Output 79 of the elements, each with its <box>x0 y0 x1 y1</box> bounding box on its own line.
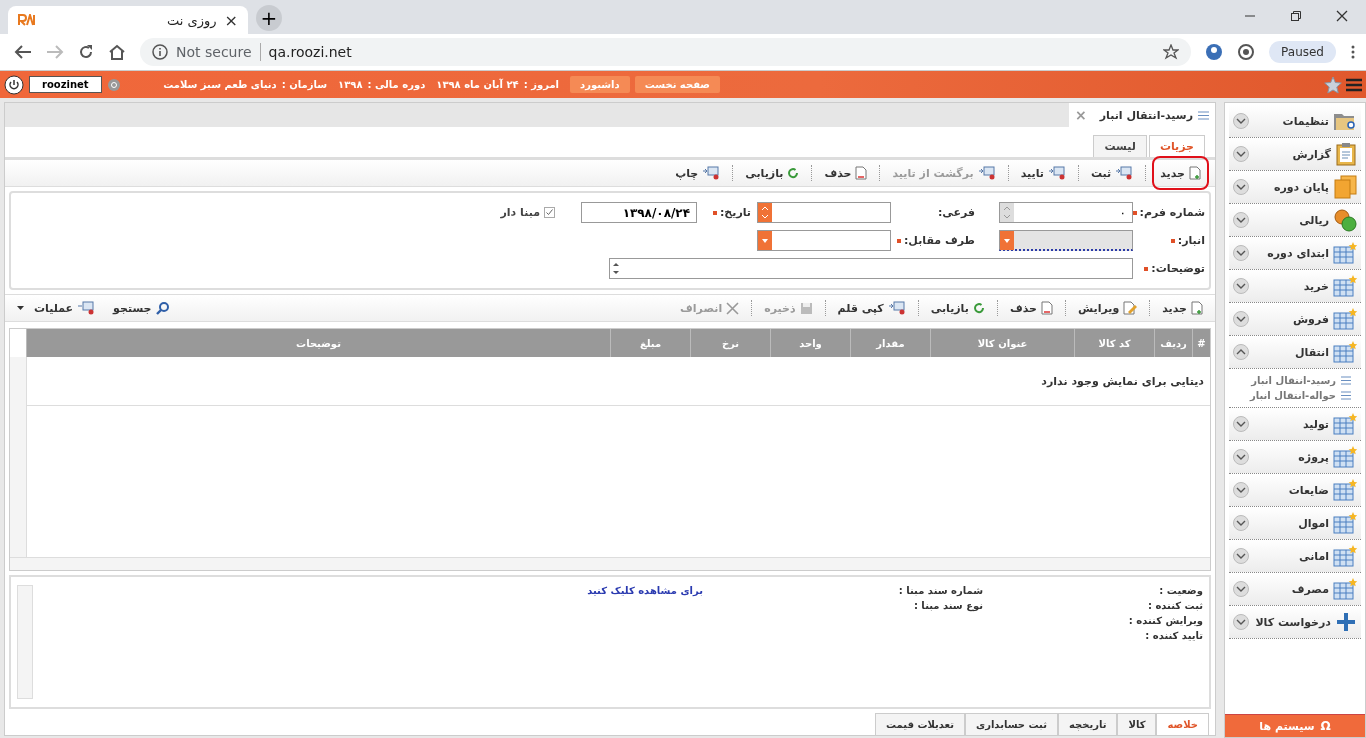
sidebar-label: خرید <box>1302 279 1329 293</box>
header-value: دنیای طعم سبز سلامت <box>163 79 277 90</box>
sidebar-label: درخواست کالا <box>1254 615 1331 629</box>
sidebar-label: مصرف <box>1290 582 1329 596</box>
field-label: توضیحات: <box>1133 262 1205 275</box>
sidebar-label: پایان دوره <box>1272 180 1329 194</box>
sidebar-label: اموال <box>1297 516 1329 530</box>
header-label: امروز : <box>523 79 559 90</box>
field-label: تاریخ: <box>697 206 751 219</box>
grid-toolbar-button[interactable]: کپی قلم <box>831 297 912 319</box>
browser-tab[interactable]: روزی نت × <box>8 6 248 34</box>
sidebar-label: گزارش <box>1291 147 1331 161</box>
sidebar-subitem[interactable]: رسید-انتقال انبار <box>1251 375 1336 386</box>
header-label: سازمان : <box>281 79 328 90</box>
field-label: طرف مقابل: <box>891 234 975 247</box>
header-value: ۱۳۹۸ <box>338 79 363 90</box>
column-header: عنوان کالا <box>930 329 1074 357</box>
header-label: دوره مالی : <box>367 79 426 90</box>
sidebar-label: پروژه <box>1297 450 1329 464</box>
toolbar-button[interactable]: جدید <box>1152 156 1209 190</box>
column-header: توضیحات <box>26 329 610 357</box>
sidebar-label: امانی <box>1298 549 1329 563</box>
summary-label: وضعیت : <box>1159 585 1203 596</box>
operations-menu[interactable]: عملیات <box>11 297 102 319</box>
summary-label: ویرایش کننده : <box>1128 615 1203 626</box>
column-header: کد کالا <box>1074 329 1154 357</box>
toolbar-button[interactable]: چاپ <box>669 162 727 184</box>
address-field[interactable]: Not secure qa.roozi.net <box>140 38 1192 66</box>
sidebar-label: ابتدای دوره <box>1266 246 1329 260</box>
toolbar-button[interactable]: تایید <box>1014 162 1072 184</box>
empty-message: دیتایی برای نمایش وجود ندارد <box>1040 374 1205 388</box>
security-label: Not secure <box>176 44 252 60</box>
column-header: نرخ <box>690 329 770 357</box>
tab[interactable]: تعدیلات قیمت <box>875 713 965 735</box>
date-field[interactable]: ۱۳۹۸/۰۸/۲۴ <box>581 202 697 223</box>
toolbar-button[interactable]: ثبت <box>1084 162 1140 184</box>
field-label: شماره فرم: <box>1133 206 1205 219</box>
tab[interactable]: جزیات <box>1148 135 1205 157</box>
summary-label: شماره سند مبنا : <box>898 585 983 596</box>
field-label: انبار: <box>1133 234 1205 247</box>
toolbar-button[interactable]: حذف <box>818 162 874 184</box>
number-field[interactable]: ۰ <box>999 202 1133 223</box>
tab[interactable]: خلاصه <box>1156 713 1209 735</box>
header-value: ۲۴ آبان ماه ۱۳۹۸ <box>436 79 519 90</box>
summary-label: نوع سند مبنا : <box>913 600 983 611</box>
sidebar-label: انتقال <box>1294 345 1329 359</box>
field-label: فرعی: <box>936 206 975 219</box>
sidebar-subitem[interactable]: حواله-انتقال انبار <box>1249 390 1336 401</box>
grid-toolbar-button[interactable]: حذف <box>1003 297 1059 319</box>
tab[interactable]: کالا <box>1117 713 1157 735</box>
user-field: roozinet <box>29 76 102 93</box>
sidebar-label: فروش <box>1291 312 1329 326</box>
grid-toolbar-button[interactable]: جدید <box>1156 297 1209 319</box>
sidebar-label: تولید <box>1302 417 1329 431</box>
column-header: # <box>1192 329 1210 357</box>
profile-button[interactable]: Paused <box>1269 41 1336 63</box>
view-link[interactable]: برای مشاهده کلیک کنید <box>587 585 703 596</box>
column-header: ردیف <box>1154 329 1192 357</box>
search-button[interactable]: جستجو <box>107 297 175 319</box>
toolbar-button[interactable]: بازیابی <box>739 162 806 184</box>
summary-label: تایید کننده : <box>1145 630 1203 641</box>
summary-label: ثبت کننده : <box>1147 600 1203 611</box>
sidebar-label: تنظیمات <box>1281 114 1329 128</box>
document-tab[interactable]: رسید-انتقال انبار × <box>1069 103 1215 127</box>
tab[interactable]: تاریخچه <box>1057 713 1118 735</box>
sidebar-label: ریالی <box>1298 213 1329 227</box>
grid-toolbar-button[interactable]: بازیابی <box>924 297 991 319</box>
sidebar-label: ضایعات <box>1287 483 1329 497</box>
column-header: مبلغ <box>610 329 690 357</box>
close-tab-button[interactable]: × <box>224 10 238 30</box>
tab[interactable]: ثبت حسابداری <box>965 713 1058 735</box>
tab[interactable]: لیست <box>1093 135 1147 157</box>
new-tab-button[interactable]: + <box>256 5 282 31</box>
grid-toolbar-button[interactable]: ویرایش <box>1071 297 1144 319</box>
column-header: واحد <box>770 329 850 357</box>
column-header: مقدار <box>850 329 930 357</box>
checkbox-label: مبنا دار <box>500 206 540 219</box>
tab-title: روزی نت <box>166 12 217 28</box>
url-text: qa.roozi.net <box>268 44 352 60</box>
